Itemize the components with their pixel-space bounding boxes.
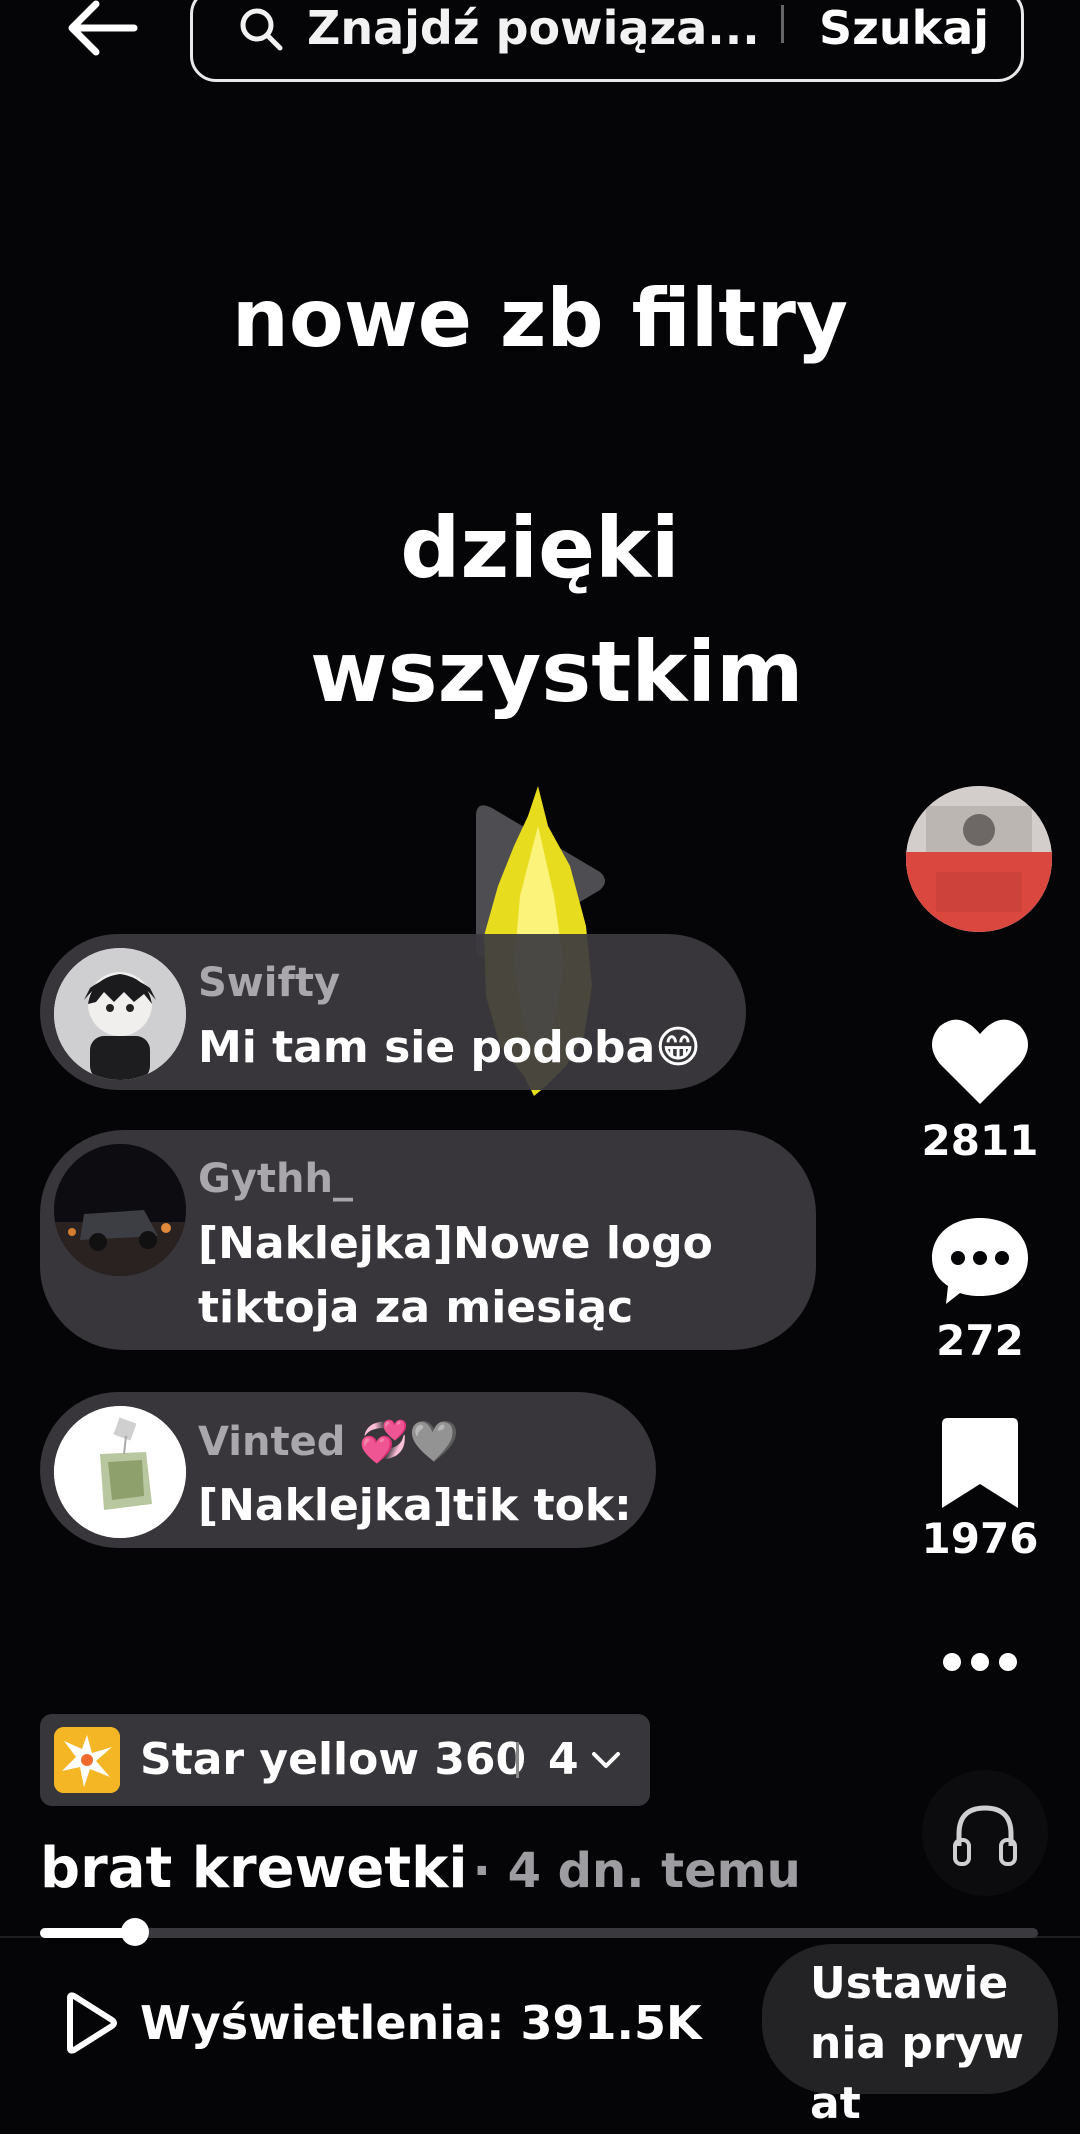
comment-text: Mi tam sie podoba😁 bbox=[198, 1022, 702, 1073]
effect-chip[interactable]: Star yellow 360 4 bbox=[40, 1714, 650, 1806]
video-caption-line: dzięki wszystkim bbox=[310, 499, 804, 721]
search-input[interactable]: Znajdź powiąza... bbox=[307, 1, 760, 55]
comment-bubble-icon[interactable] bbox=[926, 1206, 1034, 1314]
search-icon bbox=[240, 8, 283, 51]
bookmark-count: 1976 bbox=[921, 1514, 1039, 1563]
video-caption-text: dzięki wszystkim bbox=[0, 486, 1080, 734]
author-name[interactable]: brat krewetki bbox=[40, 1836, 468, 1901]
comment-text: [Naklejka]Nowe logo tiktoja za miesiąc bbox=[198, 1218, 713, 1333]
back-arrow-icon bbox=[68, 0, 138, 56]
search-bar[interactable]: Znajdź powiąza... Szukaj bbox=[190, 0, 1024, 82]
star-burst-icon bbox=[54, 1727, 120, 1793]
back-button[interactable] bbox=[62, 0, 142, 56]
comment-count: 272 bbox=[936, 1316, 1024, 1365]
commenter-name[interactable]: Gythh_ bbox=[198, 1156, 353, 1202]
progress-handle[interactable] bbox=[120, 1918, 149, 1946]
search-button[interactable]: Szukaj bbox=[819, 1, 989, 55]
avatar-tea-bag bbox=[54, 1406, 186, 1538]
effect-separator bbox=[516, 1742, 519, 1778]
bookmark-icon[interactable] bbox=[926, 1412, 1034, 1520]
author-line: brat krewetki · 4 dn. temu bbox=[40, 1836, 801, 1901]
comment-bubble[interactable]: Vinted 💞🩶 [Naklejka]tik tok: bbox=[40, 1392, 656, 1548]
comment-bubble[interactable]: Gythh_ [Naklejka]Nowe logo tiktoja za mi… bbox=[40, 1130, 816, 1350]
commenter-avatar[interactable] bbox=[54, 1406, 186, 1538]
headphones-icon bbox=[953, 1805, 1017, 1866]
video-progress-bar[interactable] bbox=[40, 1918, 1038, 1946]
like-count: 2811 bbox=[921, 1116, 1039, 1165]
chevron-down-icon[interactable] bbox=[590, 1748, 622, 1772]
privacy-settings-label: Ustawienia prywat bbox=[810, 1958, 1024, 2129]
commenter-avatar[interactable] bbox=[54, 1144, 186, 1276]
commenter-name[interactable]: Swifty bbox=[198, 960, 340, 1006]
views-count-text: Wyświetlenia: 391.5K bbox=[140, 1996, 702, 2050]
comment-text: [Naklejka]tik tok: bbox=[198, 1480, 632, 1531]
search-divider bbox=[781, 5, 784, 43]
commenter-avatar[interactable] bbox=[54, 948, 186, 1080]
avatar-illustration bbox=[54, 948, 186, 1080]
effect-icon bbox=[54, 1727, 120, 1793]
more-options-icon[interactable] bbox=[940, 1640, 1020, 1684]
creator-avatar-image bbox=[906, 786, 1052, 932]
play-outline-icon bbox=[67, 1992, 117, 2054]
audio-button[interactable] bbox=[922, 1770, 1048, 1896]
video-title-text: nowe zb filtry bbox=[231, 272, 849, 365]
privacy-settings-button[interactable]: Ustawienia prywat bbox=[762, 1944, 1058, 2129]
comment-bubble[interactable]: Swifty Mi tam sie podoba😁 bbox=[40, 934, 746, 1090]
avatar-night-car-photo bbox=[54, 1144, 186, 1276]
creator-avatar[interactable] bbox=[906, 786, 1052, 932]
heart-icon[interactable] bbox=[926, 1008, 1034, 1116]
effect-count: 4 bbox=[548, 1734, 579, 1785]
effect-name: Star yellow 360 bbox=[140, 1734, 527, 1785]
post-time: · 4 dn. temu bbox=[472, 1843, 801, 1899]
commenter-name[interactable]: Vinted 💞🩶 bbox=[198, 1418, 459, 1465]
